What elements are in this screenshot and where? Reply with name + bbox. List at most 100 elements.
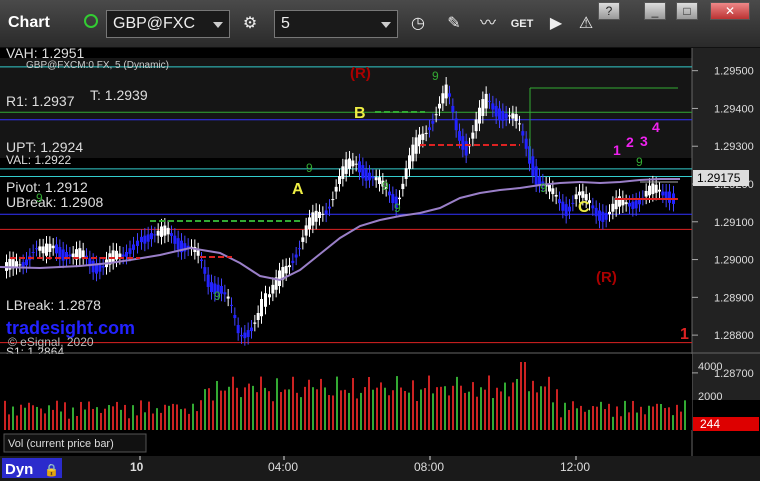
minimize-button[interactable]: _ (644, 2, 666, 20)
candle-body (140, 236, 143, 243)
volume-bar (136, 415, 138, 430)
volume-bar (420, 389, 422, 430)
volume-bar (108, 405, 110, 430)
volume-bar (40, 408, 42, 430)
volume-bar (384, 387, 386, 430)
candle-body (421, 133, 425, 140)
volume-bar (592, 406, 594, 430)
volume-bar (304, 386, 306, 430)
candle-body (458, 131, 461, 141)
clock-icon[interactable]: ◷ (406, 12, 430, 36)
lock-icon: 🔒 (44, 463, 59, 477)
volume-bar (544, 386, 546, 430)
ubreak-label: UBreak: 1.2908 (6, 194, 103, 210)
candle-body (348, 158, 351, 169)
volume-bar (232, 376, 234, 430)
candle-body (598, 210, 601, 221)
volume-bar (684, 400, 686, 430)
marker-c: C (578, 199, 590, 216)
study-icon[interactable]: 〰 (476, 12, 500, 36)
volume-bar (196, 411, 198, 430)
volume-bar (36, 406, 38, 430)
link-status-icon[interactable] (84, 14, 98, 28)
candle-body (324, 210, 328, 215)
volume-bar (324, 387, 326, 430)
candle-body (554, 194, 558, 197)
volume-bar (180, 409, 182, 430)
pencil-icon[interactable]: ✎ (442, 12, 466, 36)
candle-body (230, 304, 233, 306)
price-tick-label: 1.29500 (714, 66, 754, 78)
volume-bar (340, 390, 342, 430)
time-label: 08:00 (414, 460, 444, 474)
candle-body (115, 250, 118, 260)
get-button[interactable]: GET (510, 12, 534, 36)
r1-label: R1: 1.2937 (6, 93, 75, 109)
val-label: VAL: 1.2922 (6, 153, 71, 167)
candle-body (551, 188, 555, 195)
candle-body (644, 190, 648, 197)
volume-bar (392, 390, 394, 430)
candle-body (51, 245, 55, 249)
close-button[interactable]: ✕ (710, 2, 750, 20)
candle-body (514, 114, 518, 122)
candle-body (481, 99, 485, 116)
candle-body (91, 260, 95, 273)
volume-bar (316, 389, 318, 430)
pivot-label: Pivot: 1.2912 (6, 179, 88, 195)
volume-bar (312, 387, 314, 430)
volume-bar (156, 408, 158, 430)
candle-body (624, 202, 628, 205)
volume-bar (648, 405, 650, 430)
volume-bar (96, 407, 98, 430)
candle-body (264, 293, 267, 307)
candle-body (491, 103, 495, 110)
candle-body (98, 264, 102, 272)
marker-r-bottom: (R) (596, 269, 617, 286)
volume-bar (416, 401, 418, 430)
candle-body (236, 325, 240, 334)
candle-body (611, 203, 615, 212)
restore-button[interactable]: □ (676, 2, 698, 20)
volume-bar (124, 404, 126, 430)
volume-bar (640, 406, 642, 430)
volume-bar (336, 376, 338, 430)
volume-bar (208, 388, 210, 430)
candle-body (658, 189, 661, 192)
candle-body (128, 248, 132, 254)
candle-body (448, 93, 451, 97)
volume-bar (616, 406, 618, 430)
volume-bar (460, 385, 462, 430)
volume-bar (644, 414, 646, 430)
seq-label: 9 (432, 69, 439, 83)
alert-icon[interactable]: ⚠ (574, 12, 598, 36)
seq-label: 9 (306, 161, 313, 175)
candle-body (156, 230, 160, 236)
interval-combo[interactable]: 5 (274, 10, 398, 38)
candle-body (524, 138, 528, 149)
candle-body (38, 246, 42, 251)
play-icon[interactable]: ▶ (544, 12, 568, 36)
help-button[interactable]: ? (598, 2, 620, 20)
volume-bar (488, 375, 490, 430)
symbol-combo[interactable]: GBP@FXC (106, 10, 230, 38)
candle-body (354, 163, 358, 165)
seq-label: 9 (382, 179, 389, 193)
volume-bar (128, 418, 130, 430)
candle-body (561, 201, 565, 211)
candle-body (288, 265, 291, 268)
candle-body (111, 250, 115, 263)
candle-body (21, 262, 25, 267)
volume-bar (516, 378, 518, 430)
candle-body (48, 243, 52, 252)
volume-label: Vol (current price bar) (8, 438, 114, 450)
settings-gear-icon[interactable]: ⚙ (238, 12, 262, 36)
chart-area[interactable]: 1.295001.294001.293001.292001.291001.290… (0, 45, 760, 481)
volume-bar (672, 415, 674, 430)
candle-body (294, 254, 298, 258)
count-3: 3 (640, 133, 648, 149)
volume-bar (536, 392, 538, 430)
candle-body (331, 199, 335, 201)
candle-body (45, 243, 48, 256)
volume-bar (248, 383, 250, 430)
